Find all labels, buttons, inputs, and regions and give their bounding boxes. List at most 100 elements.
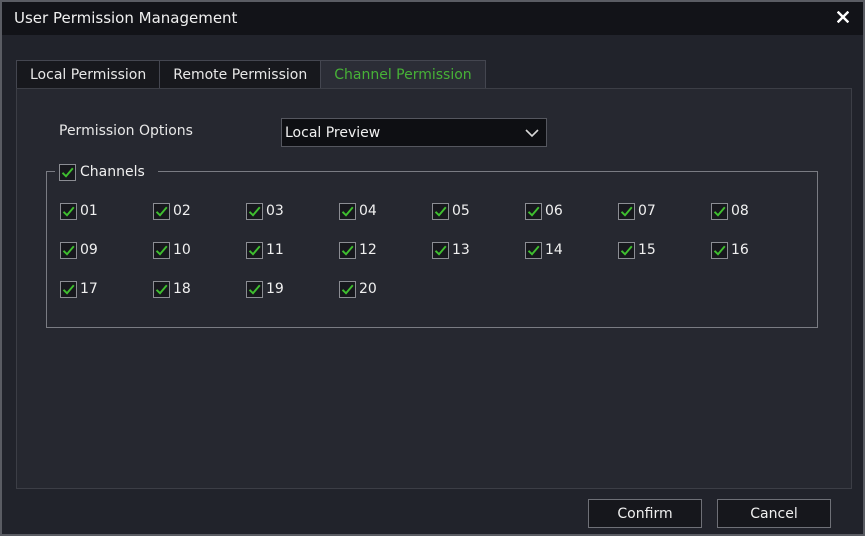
check-icon — [155, 245, 168, 256]
channels-select-all[interactable]: Channels — [55, 162, 158, 182]
channel-label: 15 — [638, 242, 656, 258]
checkbox[interactable] — [246, 280, 263, 298]
check-icon — [434, 206, 447, 217]
channel-checkbox-item[interactable]: 10 — [153, 240, 191, 260]
channel-label: 05 — [452, 203, 470, 219]
checkbox[interactable] — [618, 241, 635, 259]
check-icon — [248, 245, 261, 256]
checkbox[interactable] — [153, 202, 170, 220]
tab-label: Remote Permission — [173, 67, 308, 83]
channel-checkbox-item[interactable]: 20 — [339, 279, 377, 299]
tab-local-permission[interactable]: Local Permission — [16, 60, 161, 89]
channel-checkbox-item[interactable]: 09 — [60, 240, 98, 260]
channel-checkbox-item[interactable]: 08 — [711, 201, 749, 221]
checkbox[interactable] — [59, 163, 76, 181]
channel-label: 07 — [638, 203, 656, 219]
channel-label: 11 — [266, 242, 284, 258]
tab-panel: Permission Options Local Preview Channel… — [16, 88, 852, 489]
checkbox[interactable] — [153, 280, 170, 298]
channel-label: 19 — [266, 281, 284, 297]
permission-options-value: Local Preview — [285, 124, 381, 141]
channel-checkbox-item[interactable]: 05 — [432, 201, 470, 221]
channel-checkbox-item[interactable]: 03 — [246, 201, 284, 221]
channel-label: 09 — [80, 242, 98, 258]
channel-checkbox-item[interactable]: 13 — [432, 240, 470, 260]
channel-label: 02 — [173, 203, 191, 219]
checkbox[interactable] — [339, 241, 356, 259]
tab-label: Local Permission — [30, 67, 147, 83]
channel-label: 12 — [359, 242, 377, 258]
dialog-title: User Permission Management — [14, 9, 238, 27]
channel-label: 04 — [359, 203, 377, 219]
check-icon — [341, 284, 354, 295]
check-icon — [62, 284, 75, 295]
checkbox[interactable] — [525, 202, 542, 220]
checkbox[interactable] — [153, 241, 170, 259]
tab-bar: Local Permission Remote Permission Chann… — [16, 60, 486, 89]
checkbox[interactable] — [525, 241, 542, 259]
channel-checkbox-item[interactable]: 02 — [153, 201, 191, 221]
permission-options-select[interactable]: Local Preview — [281, 118, 547, 147]
channel-checkbox-item[interactable]: 12 — [339, 240, 377, 260]
checkbox[interactable] — [339, 202, 356, 220]
check-icon — [434, 245, 447, 256]
channel-label: 10 — [173, 242, 191, 258]
channel-label: 18 — [173, 281, 191, 297]
channel-label: 06 — [545, 203, 563, 219]
check-icon — [155, 206, 168, 217]
checkbox[interactable] — [432, 202, 449, 220]
cancel-button[interactable]: Cancel — [717, 499, 831, 528]
check-icon — [527, 206, 540, 217]
checkbox[interactable] — [432, 241, 449, 259]
checkbox[interactable] — [60, 241, 77, 259]
permission-options-label: Permission Options — [59, 123, 193, 139]
chevron-down-icon — [525, 129, 539, 138]
check-icon — [62, 206, 75, 217]
tab-remote-permission[interactable]: Remote Permission — [160, 60, 322, 89]
channel-checkbox-item[interactable]: 19 — [246, 279, 284, 299]
close-icon — [837, 11, 849, 23]
check-icon — [713, 245, 726, 256]
checkbox[interactable] — [246, 241, 263, 259]
channel-checkbox-item[interactable]: 15 — [618, 240, 656, 260]
checkbox[interactable] — [711, 202, 728, 220]
check-icon — [155, 284, 168, 295]
checkbox[interactable] — [60, 202, 77, 220]
channel-checkbox-item[interactable]: 01 — [60, 201, 98, 221]
channel-checkbox-item[interactable]: 11 — [246, 240, 284, 260]
channel-label: 03 — [266, 203, 284, 219]
checkbox[interactable] — [618, 202, 635, 220]
channel-checkbox-item[interactable]: 17 — [60, 279, 98, 299]
check-icon — [248, 206, 261, 217]
tab-label: Channel Permission — [334, 67, 472, 83]
channel-label: 16 — [731, 242, 749, 258]
title-bar: User Permission Management — [2, 2, 863, 35]
check-icon — [61, 167, 74, 178]
channel-label: 20 — [359, 281, 377, 297]
confirm-button[interactable]: Confirm — [588, 499, 702, 528]
channels-label: Channels — [80, 164, 145, 180]
channel-label: 08 — [731, 203, 749, 219]
check-icon — [620, 206, 633, 217]
channel-label: 01 — [80, 203, 98, 219]
channel-checkbox-item[interactable]: 04 — [339, 201, 377, 221]
channel-checkbox-item[interactable]: 18 — [153, 279, 191, 299]
channel-label: 13 — [452, 242, 470, 258]
check-icon — [620, 245, 633, 256]
channel-checkbox-item[interactable]: 06 — [525, 201, 563, 221]
check-icon — [713, 206, 726, 217]
checkbox[interactable] — [60, 280, 77, 298]
channel-checkbox-item[interactable]: 16 — [711, 240, 749, 260]
tab-channel-permission[interactable]: Channel Permission — [321, 60, 486, 89]
check-icon — [341, 206, 354, 217]
channel-checkbox-item[interactable]: 14 — [525, 240, 563, 260]
check-icon — [248, 284, 261, 295]
channel-checkbox-item[interactable]: 07 — [618, 201, 656, 221]
check-icon — [62, 245, 75, 256]
channel-label: 17 — [80, 281, 98, 297]
checkbox[interactable] — [711, 241, 728, 259]
checkbox[interactable] — [339, 280, 356, 298]
close-button[interactable] — [833, 6, 853, 28]
channels-group: Channels 01 02 03 04 05 06 07 08 09 10 11 12 13 14 15 1… — [46, 162, 818, 328]
checkbox[interactable] — [246, 202, 263, 220]
